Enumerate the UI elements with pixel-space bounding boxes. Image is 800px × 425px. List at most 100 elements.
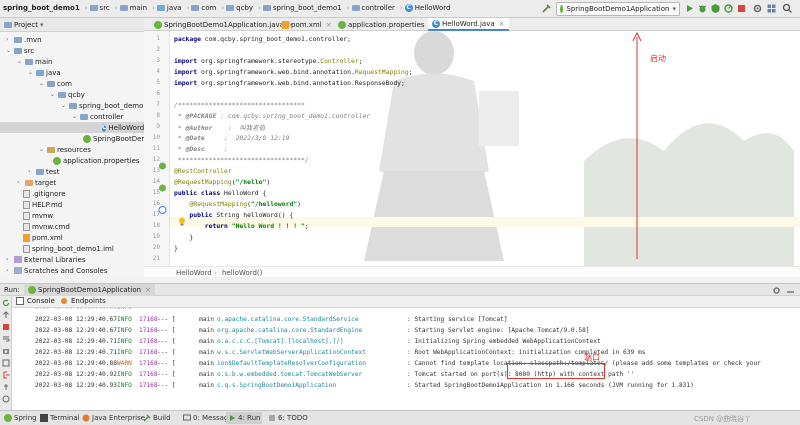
tree-item[interactable]: ⌄ src [6, 45, 34, 56]
close-icon[interactable]: × [326, 21, 332, 29]
chevron-right-icon[interactable]: › [17, 179, 23, 186]
chevron-right-icon[interactable]: › [6, 267, 12, 274]
chevron-down-icon[interactable]: ⌄ [17, 58, 23, 65]
close-icon[interactable]: × [145, 286, 151, 294]
tree-item[interactable]: mvnw.cmd [23, 221, 70, 232]
tool-build[interactable]: Build [143, 414, 171, 422]
tree-item[interactable]: application.properties [53, 155, 140, 166]
line-numbers: 1 2 3 4 5 6 7 8 9 10 11 12 13 14 15 16 17 18 19 20 21 [144, 31, 170, 266]
tree-item-label: .gitignore [32, 189, 66, 198]
breadcrumb-package[interactable]: spring_boot_demo1 [273, 4, 342, 12]
tree-item[interactable]: › Scratches and Consoles [6, 265, 108, 276]
tab-console[interactable]: Console [16, 297, 55, 305]
chevron-down-icon[interactable]: ⌄ [6, 47, 12, 54]
chevron-right-icon[interactable]: › [6, 256, 12, 263]
package-icon [58, 91, 66, 98]
stop-icon[interactable] [2, 323, 10, 331]
profile-icon[interactable] [723, 3, 734, 14]
tree-item[interactable]: ⌄ qcby [50, 89, 85, 100]
chevron-down-icon: ▾ [672, 5, 676, 13]
tree-item[interactable]: › target [17, 177, 56, 188]
close-icon[interactable]: × [499, 20, 505, 28]
stop-icon[interactable] [736, 3, 747, 14]
tool-terminal[interactable]: Terminal [40, 414, 80, 422]
tab-helloword-java[interactable]: C HelloWord.java × [428, 18, 509, 31]
breadcrumb-class[interactable]: HelloWord [415, 4, 451, 12]
tab-pom-xml[interactable]: pom.xml × [278, 18, 336, 31]
tree-item[interactable]: HELP.md [23, 199, 62, 210]
debug-icon[interactable] [697, 3, 708, 14]
tree-item[interactable]: SpringBootDem [83, 133, 148, 144]
chevron-down-icon[interactable]: ⌄ [72, 113, 78, 120]
hammer-icon[interactable] [541, 3, 552, 14]
tree-item-selected[interactable]: C HelloWord [0, 122, 144, 133]
scroll-up-icon[interactable] [2, 311, 10, 319]
breadcrumb-src[interactable]: src [100, 4, 110, 12]
chevron-down-icon[interactable]: ⌄ [50, 91, 56, 98]
breadcrumb-com[interactable]: com [201, 4, 216, 12]
chevron-down-icon[interactable]: ⌄ [39, 80, 45, 87]
tree-item[interactable]: ⌄ main [17, 56, 53, 67]
chevron-down-icon[interactable]: ⌄ [61, 102, 67, 109]
markdown-file-icon [23, 200, 30, 209]
tree-item[interactable]: › test [28, 166, 59, 177]
breadcrumb-main[interactable]: main [130, 4, 148, 12]
tab-application-properties[interactable]: application.properties× [334, 18, 438, 31]
minimize-icon[interactable] [786, 286, 795, 295]
exit-icon[interactable] [2, 371, 10, 379]
tool-todo[interactable]: 6: TODO [268, 414, 308, 422]
code-editor[interactable]: package com.qcby.spring_boot_demo1.contr… [144, 31, 800, 266]
tool-spring[interactable]: Spring [4, 414, 37, 422]
settings-icon[interactable] [752, 3, 763, 14]
tree-item[interactable]: › .mvn [6, 34, 42, 45]
line-number: 1 [156, 35, 160, 42]
breadcrumb-controller[interactable]: controller [362, 4, 395, 12]
chevron-down-icon[interactable]: ▾ [40, 21, 44, 29]
camera-icon[interactable] [2, 347, 10, 355]
help-icon[interactable] [2, 395, 10, 403]
project-panel-title[interactable]: Project [14, 21, 38, 29]
project-tree: › .mvn ⌄ src ⌄ main ⌄ java ⌄ com ⌄ qcby ⌄ sprin… [0, 32, 148, 277]
restore-layout-icon[interactable] [2, 359, 10, 367]
pin-icon[interactable] [2, 383, 10, 391]
tool-java-enterprise[interactable]: Java Enterprise [82, 414, 145, 422]
code-line: /********************************* [174, 101, 305, 109]
tree-item[interactable]: ⌄ controller [72, 111, 123, 122]
tree-item[interactable]: › External Libraries [6, 254, 86, 265]
tree-item[interactable]: ⌄ java [28, 67, 61, 78]
tab-endpoints[interactable]: Endpoints [60, 297, 106, 305]
rerun-icon[interactable] [2, 299, 10, 307]
tree-item[interactable]: mvnw [23, 210, 53, 221]
tree-item[interactable]: .gitignore [23, 188, 66, 199]
run-icon[interactable] [684, 3, 695, 14]
tool-label: Spring [14, 414, 37, 422]
chevron-right-icon[interactable]: › [6, 36, 12, 43]
spring-boot-class-icon [154, 20, 162, 29]
coverage-icon[interactable] [710, 3, 721, 14]
run-config-tab[interactable]: SpringBootDemo1Application × [24, 284, 155, 296]
code-breadcrumb-class[interactable]: HelloWord [176, 269, 212, 277]
chevron-right-icon[interactable]: › [28, 168, 34, 175]
breadcrumb-qcby[interactable]: qcby [236, 4, 253, 12]
tab-springbootdemo1application[interactable]: SpringBootDemo1Application.java × [150, 18, 298, 31]
soft-wrap-icon[interactable] [2, 335, 10, 343]
chevron-down-icon[interactable]: ⌄ [39, 146, 45, 153]
code-breadcrumb-method[interactable]: helloWord() [222, 269, 262, 277]
breadcrumb-java[interactable]: java [167, 4, 182, 12]
settings-icon[interactable] [772, 286, 781, 295]
tool-run[interactable]: 4: Run [226, 412, 263, 424]
project-structure-icon[interactable] [766, 3, 777, 14]
breadcrumb-project[interactable]: spring_boot_demo1 [3, 4, 80, 12]
tree-item[interactable]: pom.xml [23, 232, 63, 243]
chevron-down-icon[interactable]: ⌄ [28, 69, 34, 76]
tree-item[interactable]: spring_boot_demo1.iml [23, 243, 114, 254]
code-line: package com.qcby.spring_boot_demo1.contr… [174, 35, 351, 43]
file-icon [23, 189, 30, 198]
tree-item[interactable]: ⌄ com [39, 78, 72, 89]
tree-item[interactable]: ⌄ resources [39, 144, 91, 155]
tree-item[interactable]: ⌄ spring_boot_demo1 [61, 100, 148, 111]
search-icon[interactable] [782, 3, 793, 14]
console-output[interactable]: 2022-03-08 12:29:40.665INFO 2022-03-08 1… [12, 308, 800, 410]
run-configuration-select[interactable]: SpringBootDemo1Application ▾ [556, 2, 680, 16]
port-annotation: 端口 [584, 353, 600, 362]
